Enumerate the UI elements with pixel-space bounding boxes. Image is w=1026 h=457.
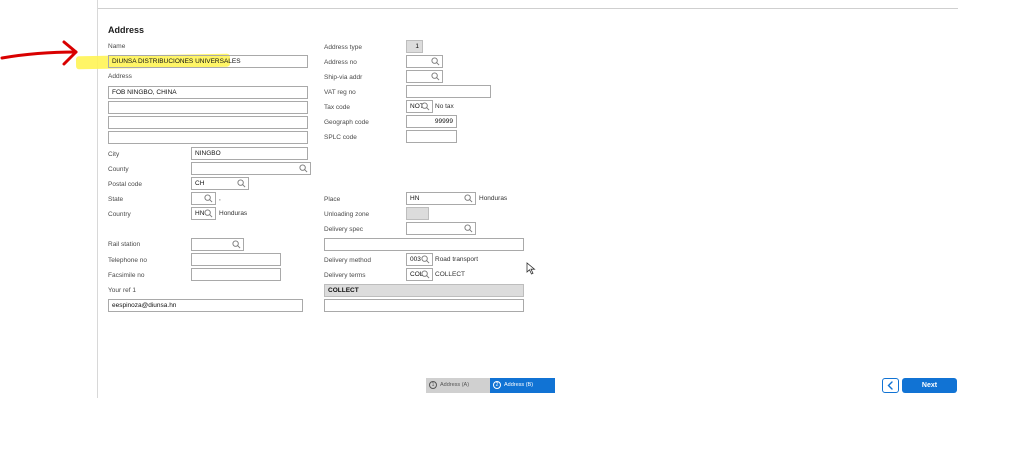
delivery-method-field[interactable]: 003 bbox=[406, 253, 433, 266]
address-label: Address bbox=[108, 73, 132, 80]
geograph-code-label: Geograph code bbox=[324, 119, 369, 126]
telephone-label: Telephone no bbox=[108, 257, 148, 264]
address-type-label: Address type bbox=[324, 44, 362, 51]
search-icon[interactable] bbox=[232, 240, 241, 249]
tax-code-label: Tax code bbox=[324, 104, 351, 111]
wizard-steps: 1 Address (A) 2 Address (B) bbox=[426, 378, 555, 393]
country-field[interactable]: HN bbox=[191, 207, 216, 220]
splc-code-label: SPLC code bbox=[324, 134, 357, 141]
place-field[interactable]: HN bbox=[406, 192, 476, 205]
address-line-2-field[interactable] bbox=[108, 101, 308, 114]
place-value: HN bbox=[410, 195, 420, 202]
unloading-zone-field bbox=[406, 207, 429, 220]
step-address-a[interactable]: 1 Address (A) bbox=[426, 378, 490, 393]
search-icon[interactable] bbox=[237, 179, 246, 188]
name-label: Name bbox=[108, 43, 126, 50]
vat-reg-field[interactable] bbox=[406, 85, 491, 98]
your-ref-label: Your ref 1 bbox=[108, 287, 136, 294]
geograph-code-field[interactable]: 99999 bbox=[406, 115, 457, 128]
country-description: Honduras bbox=[219, 210, 248, 217]
telephone-field[interactable] bbox=[191, 253, 281, 266]
place-description: Honduras bbox=[479, 195, 508, 202]
facsimile-field[interactable] bbox=[191, 268, 281, 281]
delivery-method-value: 003 bbox=[410, 256, 421, 263]
search-icon[interactable] bbox=[464, 194, 473, 203]
state-description: , bbox=[219, 195, 221, 202]
ship-via-label: Ship-via addr bbox=[324, 74, 363, 81]
county-label: County bbox=[108, 166, 129, 173]
search-icon[interactable] bbox=[204, 194, 213, 203]
postal-code-label: Postal code bbox=[108, 181, 142, 188]
address-line-4-field[interactable] bbox=[108, 131, 308, 144]
tax-code-field[interactable]: NOT bbox=[406, 100, 433, 113]
search-icon[interactable] bbox=[421, 255, 430, 264]
splc-code-field[interactable] bbox=[406, 130, 457, 143]
address-type-field: 1 bbox=[406, 40, 423, 53]
address-line-3-field[interactable] bbox=[108, 116, 308, 129]
city-field[interactable]: NINGBO bbox=[191, 147, 308, 160]
city-label: City bbox=[108, 151, 120, 158]
state-field[interactable] bbox=[191, 192, 216, 205]
search-icon[interactable] bbox=[421, 102, 430, 111]
postal-code-value: CH bbox=[195, 180, 205, 187]
country-value: HN bbox=[195, 210, 205, 217]
delivery-method-label: Delivery method bbox=[324, 257, 371, 264]
search-icon[interactable] bbox=[464, 224, 473, 233]
step-label: Address (B) bbox=[504, 382, 534, 388]
delivery-terms-field[interactable]: COL bbox=[406, 268, 433, 281]
step-number: 2 bbox=[493, 380, 501, 389]
postal-code-field[interactable]: CH bbox=[191, 177, 249, 190]
search-icon[interactable] bbox=[431, 57, 440, 66]
your-ref-field[interactable]: eespinoza@diunsa.hn bbox=[108, 299, 303, 312]
search-icon[interactable] bbox=[431, 72, 440, 81]
delivery-method-description: Road transport bbox=[435, 256, 478, 263]
page-top-divider bbox=[98, 8, 958, 9]
search-icon[interactable] bbox=[204, 209, 213, 218]
section-title: Address bbox=[108, 25, 145, 35]
search-icon[interactable] bbox=[421, 270, 430, 279]
delivery-terms-description: COLLECT bbox=[435, 271, 465, 278]
back-button[interactable] bbox=[882, 378, 899, 393]
search-icon[interactable] bbox=[299, 164, 308, 173]
step-label: Address (A) bbox=[440, 382, 470, 388]
delivery-spec-text-field[interactable] bbox=[324, 238, 524, 251]
county-field[interactable] bbox=[191, 162, 311, 175]
unloading-zone-label: Unloading zone bbox=[324, 211, 370, 218]
state-label: State bbox=[108, 196, 124, 203]
address-no-label: Address no bbox=[324, 59, 357, 66]
delivery-terms-text-field: COLLECT bbox=[324, 284, 524, 297]
rail-station-field[interactable] bbox=[191, 238, 244, 251]
ship-via-field[interactable] bbox=[406, 70, 443, 83]
delivery-terms-label: Delivery terms bbox=[324, 272, 366, 279]
mouse-cursor-icon bbox=[526, 262, 536, 275]
step-address-b[interactable]: 2 Address (B) bbox=[490, 378, 555, 393]
country-label: Country bbox=[108, 211, 131, 218]
address-no-field[interactable] bbox=[406, 55, 443, 68]
chevron-left-icon bbox=[887, 381, 893, 390]
facsimile-label: Facsimile no bbox=[108, 272, 145, 279]
vat-reg-label: VAT reg no bbox=[324, 89, 356, 96]
delivery-terms-extra-field[interactable] bbox=[324, 299, 524, 312]
next-button[interactable]: Next bbox=[902, 378, 957, 393]
tax-code-description: No tax bbox=[435, 103, 454, 110]
name-field[interactable]: DIUNSA DISTRIBUCIONES UNIVERSALES bbox=[108, 55, 308, 68]
step-number: 1 bbox=[429, 380, 437, 389]
address-line-1-field[interactable]: FOB NINGBO, CHINA bbox=[108, 86, 308, 99]
delivery-spec-label: Delivery spec bbox=[324, 226, 364, 233]
delivery-spec-field[interactable] bbox=[406, 222, 476, 235]
place-label: Place bbox=[324, 196, 341, 203]
rail-station-label: Rail station bbox=[108, 241, 141, 248]
